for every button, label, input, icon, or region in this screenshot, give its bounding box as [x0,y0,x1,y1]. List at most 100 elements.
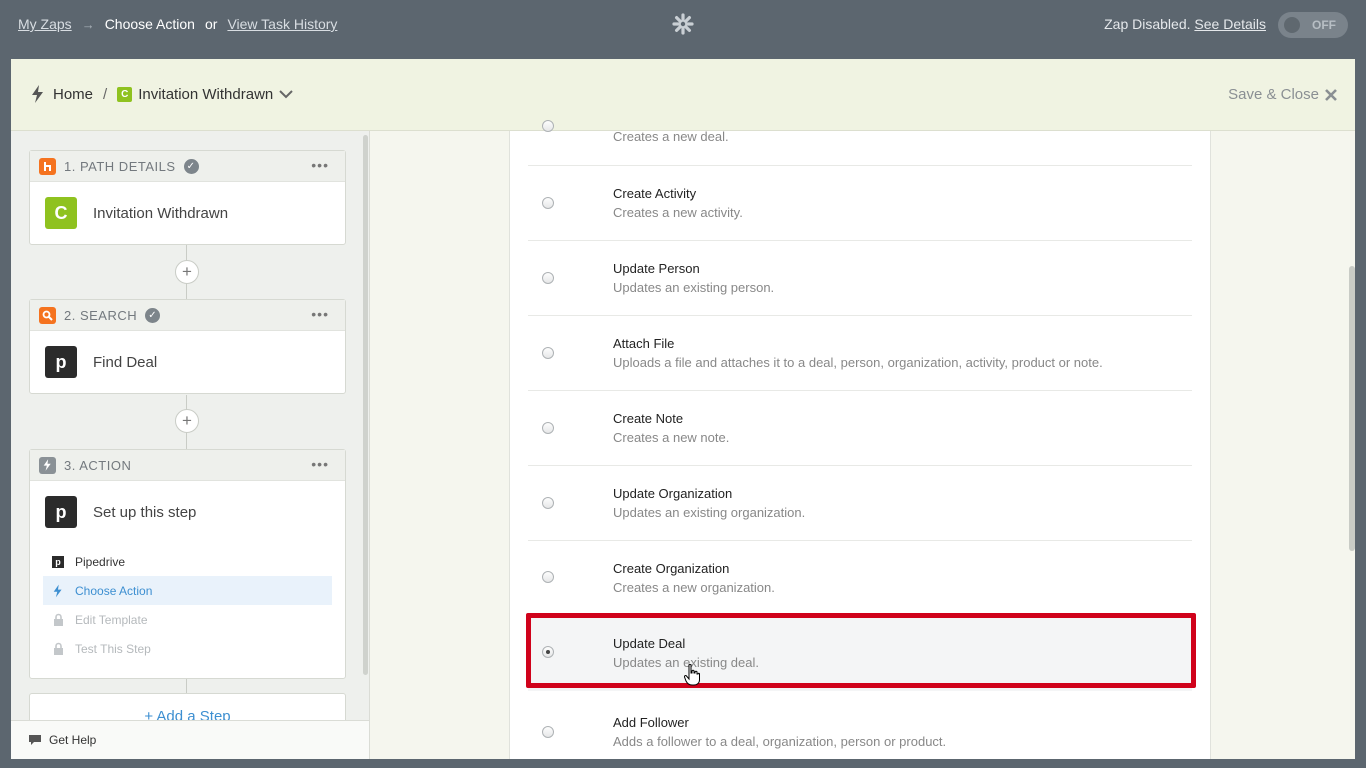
radio-button[interactable] [542,571,554,583]
zap-status-text: Zap Disabled. [1104,16,1191,32]
steps-sidebar: 1. PATH DETAILS ✓ ••• C Invitation Withd… [11,131,370,759]
step-header: 2. SEARCH ✓ ••• [30,300,345,331]
substep-label: Edit Template [75,612,148,627]
path-icon [39,157,56,175]
action-description: Updates an existing person. [613,280,775,295]
action-option[interactable]: Create Activity Creates a new activity. [528,166,1192,241]
more-options-icon[interactable]: ••• [311,157,329,173]
step-label: 1. PATH DETAILS [64,158,176,174]
step-name: Invitation Withdrawn [93,204,229,222]
zap-name-dropdown[interactable]: Invitation Withdrawn [138,86,273,103]
substep-label: Choose Action [75,583,153,598]
current-step-label: Choose Action [104,16,195,32]
substep-edit-template: Edit Template [43,605,332,634]
pipedrive-icon: p [45,346,77,378]
action-description: Creates a new deal. [613,129,729,144]
action-description: Updates an existing organization. [613,505,806,520]
chat-icon [29,734,41,745]
substep-label: Test This Step [75,641,151,656]
step-card-search[interactable]: 2. SEARCH ✓ ••• p Find Deal [29,299,346,394]
bolt-icon [32,85,43,103]
toggle-label: OFF [1312,18,1336,32]
zap-status: Zap Disabled. See Details [1104,16,1266,32]
breadcrumb-separator: / [103,85,108,103]
action-title: Attach File [613,336,675,351]
view-task-history-link[interactable]: View Task History [227,16,337,32]
action-description: Creates a new note. [613,430,730,445]
see-details-link[interactable]: See Details [1194,16,1266,32]
add-step-plus-icon[interactable]: + [175,260,199,284]
lock-icon [51,642,65,655]
substep-pipedrive[interactable]: p Pipedrive [43,547,332,576]
action-title: Add Follower [613,715,689,730]
more-options-icon[interactable]: ••• [311,306,329,322]
step-body: C Invitation Withdrawn [30,182,345,244]
save-close-button[interactable]: Save & Close [1228,86,1337,103]
top-breadcrumb: My Zaps → Choose Action or View Task His… [18,16,337,32]
step-body: p Set up this step [30,481,345,543]
app-c-icon: C [45,197,77,229]
close-icon [1325,88,1337,101]
action-option[interactable]: Create Organization Creates a new organi… [528,541,1192,616]
pipedrive-icon: p [45,496,77,528]
selection-highlight-box [526,613,1196,688]
or-label: or [204,16,218,32]
step-name: Find Deal [93,353,158,371]
action-option[interactable]: Creates a new deal. [528,91,1192,166]
radio-button[interactable] [542,272,554,284]
save-close-label: Save & Close [1228,86,1319,103]
my-zaps-link[interactable]: My Zaps [18,16,72,32]
step-card-path-details[interactable]: 1. PATH DETAILS ✓ ••• C Invitation Withd… [29,150,346,245]
connector-line [186,679,187,693]
home-link[interactable]: Home [53,86,93,103]
step-label: 3. ACTION [64,457,132,473]
editor-panel: Home / C Invitation Withdrawn Save & Clo… [11,59,1355,759]
substep-choose-action[interactable]: Choose Action [43,576,332,605]
action-title: Create Note [613,411,684,426]
action-option[interactable]: Create Note Creates a new note. [528,391,1192,466]
step-name: Set up this step [93,503,197,521]
get-help-button[interactable]: Get Help [11,720,369,759]
hand-cursor-icon [684,664,700,686]
step-body: p Find Deal [30,331,345,393]
app-badge-icon: C [117,86,133,102]
get-help-label: Get Help [49,733,97,747]
action-description: Uploads a file and attaches it to a deal… [613,355,1103,370]
action-description: Creates a new organization. [613,580,775,595]
action-title: Update Person [613,261,700,276]
checkmark-icon: ✓ [183,158,199,174]
checkmark-icon: ✓ [145,307,161,323]
bolt-icon [51,584,65,598]
radio-button[interactable] [542,497,554,509]
sidebar-scrollbar[interactable] [363,135,368,675]
editor-breadcrumb: Home / C Invitation Withdrawn [31,85,293,103]
action-option[interactable]: Attach File Uploads a file and attaches … [528,316,1192,391]
action-title: Create Activity [613,186,697,201]
step-header: 3. ACTION ••• [30,450,345,481]
radio-button[interactable] [542,422,554,434]
action-chooser: Creates a new deal. Create Activity Crea… [371,120,1355,759]
arrow-right-icon: → [81,16,95,32]
action-option[interactable]: Update Organization Updates an existing … [528,466,1192,541]
more-options-icon[interactable]: ••• [311,456,329,472]
add-step-plus-icon[interactable]: + [175,409,199,433]
chevron-down-icon[interactable] [279,89,293,99]
radio-button[interactable] [542,120,554,132]
search-icon [39,306,56,324]
zap-on-off-toggle[interactable]: OFF [1278,12,1348,38]
radio-button[interactable] [542,347,554,359]
top-bar: My Zaps → Choose Action or View Task His… [0,0,1366,49]
step-card-action[interactable]: 3. ACTION ••• p Set up this step p Piped… [29,449,346,679]
content-scrollbar[interactable] [1349,266,1355,551]
toggle-knob [1284,17,1300,33]
radio-button[interactable] [542,197,554,209]
radio-button[interactable] [542,726,554,738]
action-title: Create Organization [613,561,730,576]
pipedrive-icon: p [51,555,65,568]
zapier-logo-icon [672,13,694,35]
substep-test-this-step: Test This Step [43,634,332,663]
action-option[interactable]: Update Person Updates an existing person… [528,241,1192,316]
action-title: Update Organization [613,486,733,501]
action-option[interactable]: Add Follower Adds a follower to a deal, … [528,691,1192,759]
step-label: 2. SEARCH [64,307,138,323]
